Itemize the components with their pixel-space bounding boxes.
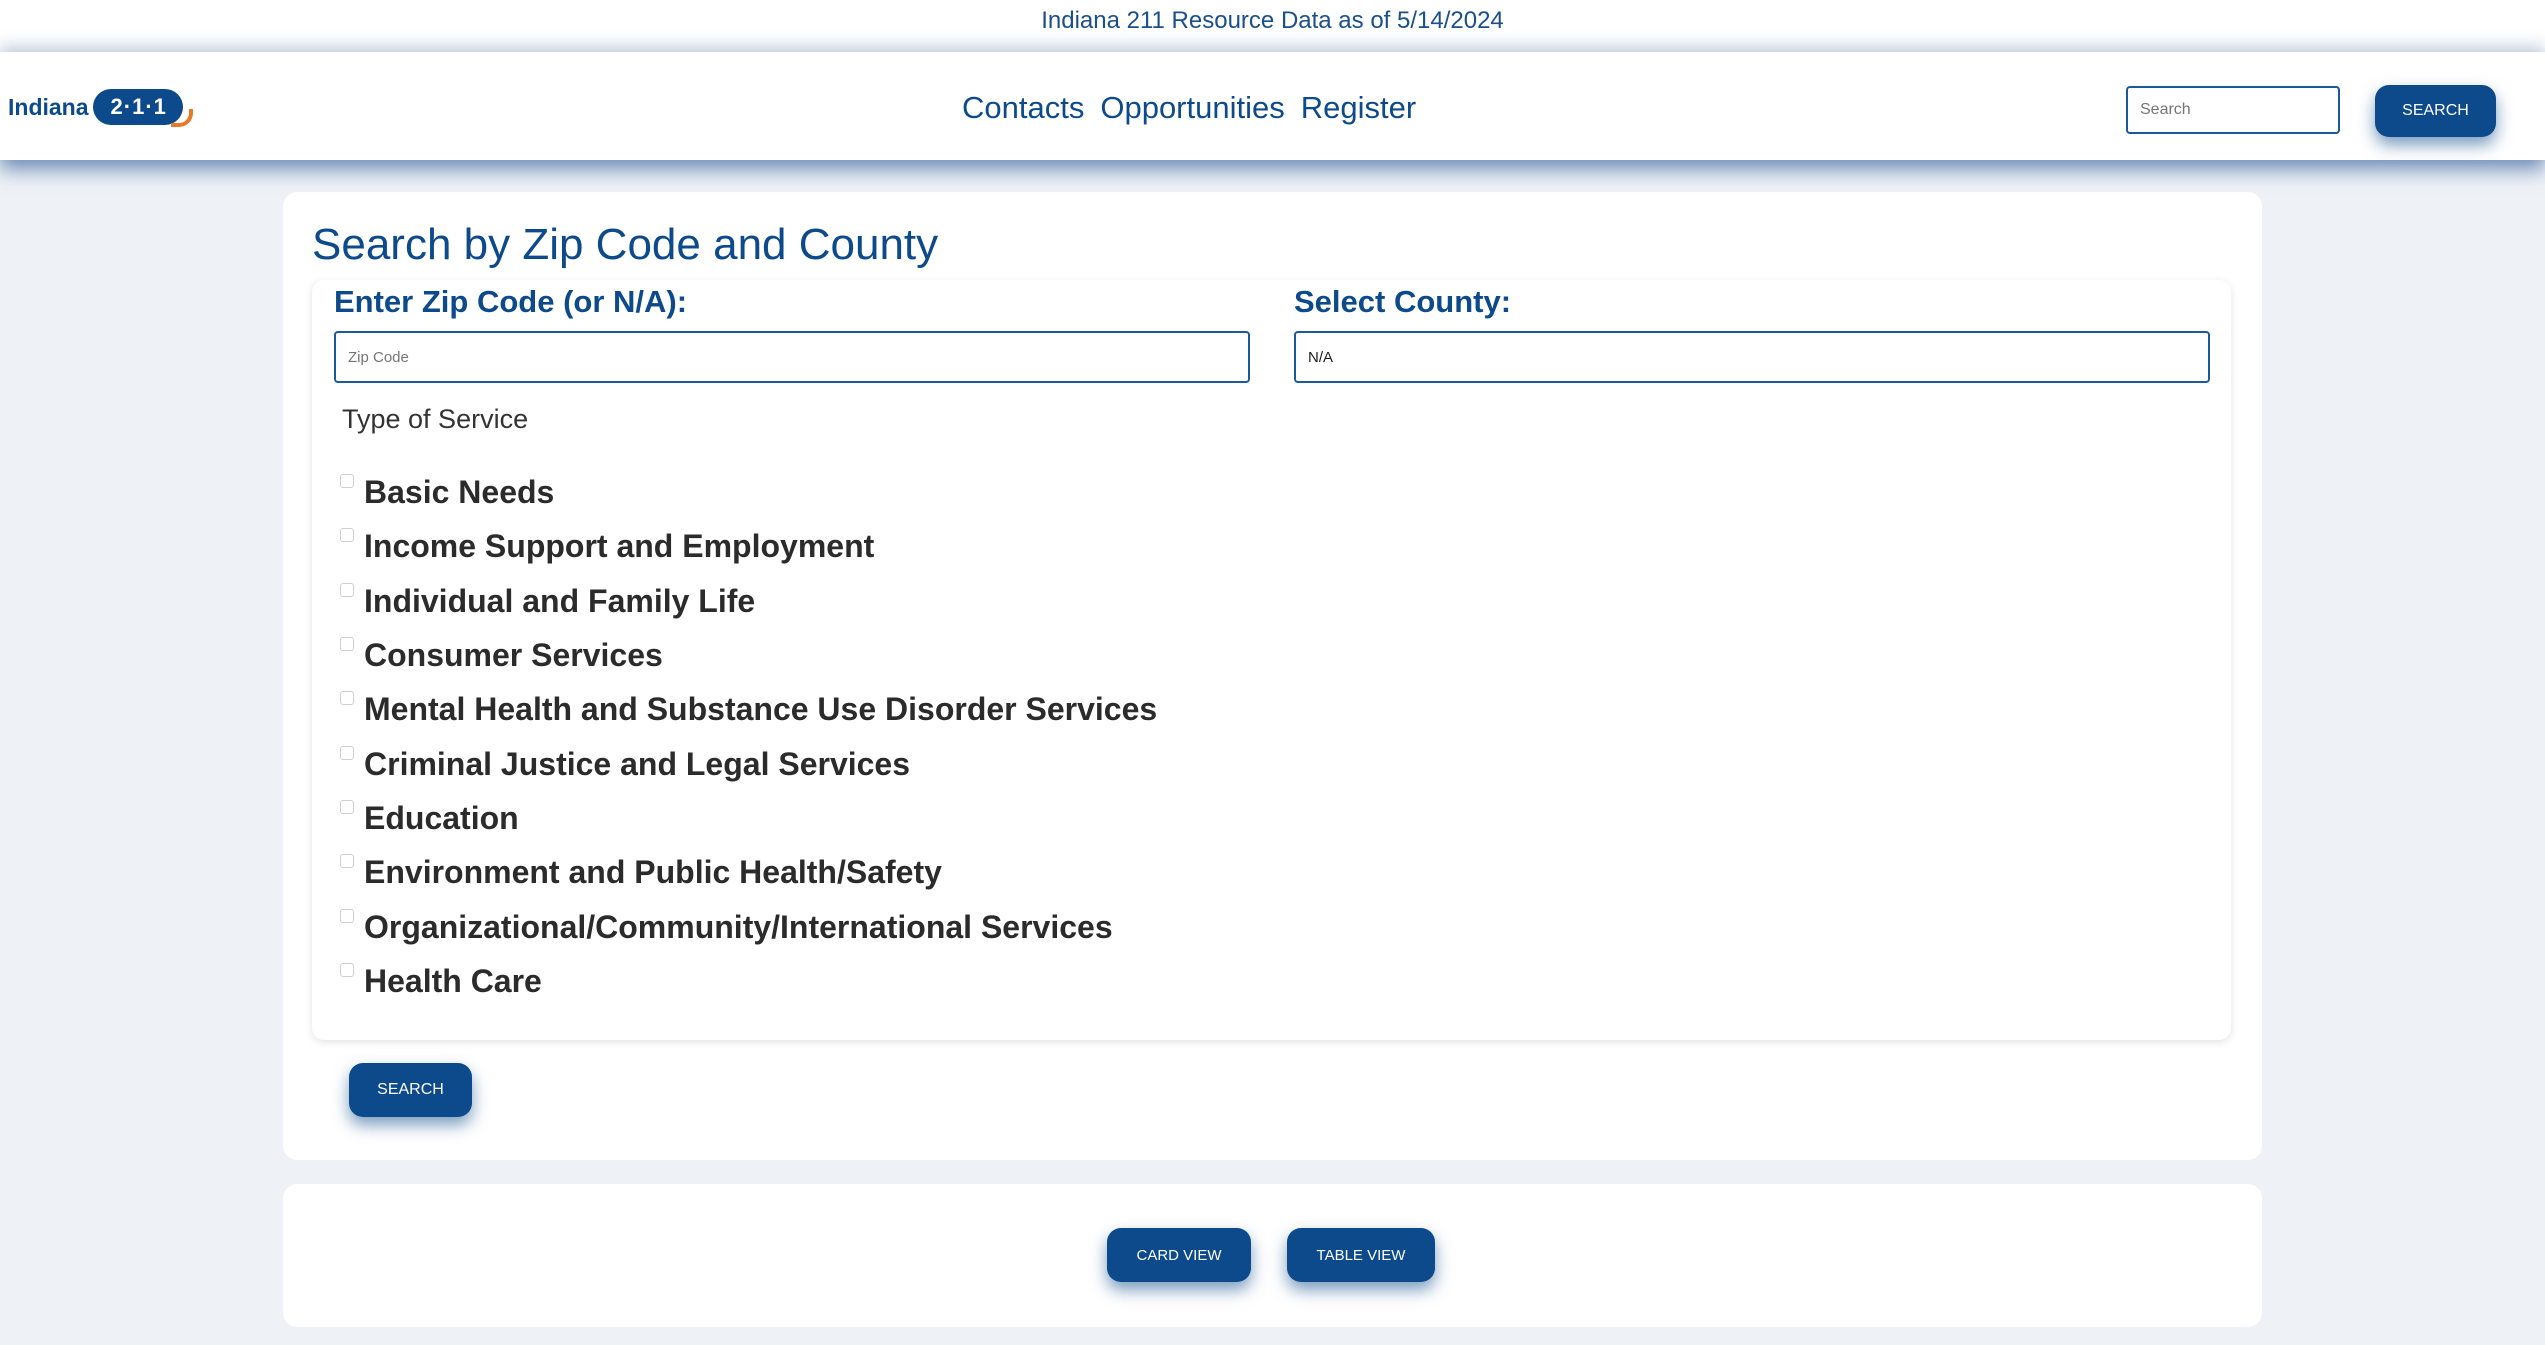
service-option-consumer[interactable]: Consumer Services <box>340 629 663 673</box>
service-checkbox[interactable] <box>340 691 354 705</box>
service-option-label: Education <box>364 800 519 836</box>
service-type-label: Type of Service <box>342 404 529 434</box>
county-select[interactable] <box>1294 331 2210 383</box>
data-date-text: Indiana 211 Resource Data as of 5/14/202… <box>1041 7 1504 34</box>
service-option-criminal-justice[interactable]: Criminal Justice and Legal Services <box>340 738 910 782</box>
service-option-organizational[interactable]: Organizational/Community/International S… <box>340 901 1113 945</box>
service-checkbox[interactable] <box>340 800 354 814</box>
indiana-211-logo[interactable]: Indiana 2·1·1 <box>8 86 194 128</box>
data-date-banner: Indiana 211 Resource Data as of 5/14/202… <box>0 0 2545 52</box>
service-checkbox[interactable] <box>340 909 354 923</box>
service-option-label: Individual and Family Life <box>364 583 756 619</box>
logo-word: Indiana <box>8 93 89 120</box>
nav-link-contacts[interactable]: Contacts <box>962 86 1084 130</box>
zip-code-input[interactable] <box>334 331 1250 383</box>
service-option-income-support[interactable]: Income Support and Employment <box>340 520 874 564</box>
service-option-label: Organizational/Community/International S… <box>364 909 1113 945</box>
service-checkbox[interactable] <box>340 963 354 977</box>
county-label: Select County: <box>1294 284 1512 319</box>
header-search-input[interactable] <box>2126 86 2340 134</box>
service-option-basic-needs[interactable]: Basic Needs <box>340 466 554 510</box>
service-checkbox[interactable] <box>340 528 354 542</box>
service-option-label: Criminal Justice and Legal Services <box>364 746 911 782</box>
nav-link-register[interactable]: Register <box>1301 86 1416 130</box>
service-option-label: Mental Health and Substance Use Disorder… <box>364 691 1158 727</box>
service-option-mental-health[interactable]: Mental Health and Substance Use Disorder… <box>340 683 1157 727</box>
service-checkbox[interactable] <box>340 854 354 868</box>
table-view-button[interactable]: TABLE VIEW <box>1287 1228 1435 1282</box>
card-view-button[interactable]: CARD VIEW <box>1107 1228 1251 1282</box>
header-search-button[interactable]: SEARCH <box>2375 85 2496 137</box>
search-button[interactable]: SEARCH <box>349 1063 472 1117</box>
service-option-label: Basic Needs <box>364 474 555 510</box>
service-option-label: Consumer Services <box>364 637 663 673</box>
service-checkbox[interactable] <box>340 583 354 597</box>
service-option-health-care[interactable]: Health Care <box>340 955 542 999</box>
service-option-environment[interactable]: Environment and Public Health/Safety <box>340 846 942 890</box>
zip-code-label: Enter Zip Code (or N/A): <box>334 284 688 319</box>
service-checkbox[interactable] <box>340 637 354 651</box>
service-option-individual-family[interactable]: Individual and Family Life <box>340 575 755 619</box>
nav-link-opportunities[interactable]: Opportunities <box>1100 86 1284 130</box>
page-title: Search by Zip Code and County <box>312 220 939 269</box>
service-checkbox[interactable] <box>340 746 354 760</box>
service-checkbox[interactable] <box>340 474 354 488</box>
service-option-label: Income Support and Employment <box>364 528 875 564</box>
service-option-education[interactable]: Education <box>340 792 519 836</box>
view-toggle-card <box>283 1184 2262 1327</box>
logo-badge: 2·1·1 <box>92 89 194 127</box>
service-option-label: Health Care <box>364 963 542 999</box>
main-nav: Contacts Opportunities Register <box>962 86 1416 130</box>
service-option-label: Environment and Public Health/Safety <box>364 854 942 890</box>
